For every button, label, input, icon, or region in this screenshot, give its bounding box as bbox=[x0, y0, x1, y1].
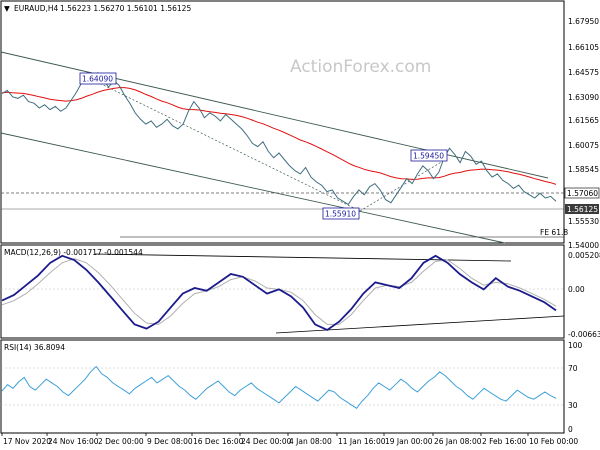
rsi-tick-30: 30 bbox=[568, 401, 578, 410]
time-tick-label: 24 Nov 16:00 bbox=[48, 437, 99, 446]
callout-low: 1.55910 bbox=[322, 207, 360, 220]
level-label-text: 1.57060 bbox=[567, 189, 598, 198]
price-axis: 1.67950 1.66105 1.64575 1.63090 1.61565 1.600… bbox=[568, 17, 599, 250]
time-tick-label: 26 Jan 08:00 bbox=[434, 437, 482, 446]
collapse-triangle-icon[interactable]: ▼ bbox=[4, 4, 10, 13]
macd-tick-bottom: -0.006631 bbox=[568, 330, 600, 339]
symbol-label: EURAUD,H4 bbox=[14, 4, 59, 13]
ohlc-values: 1.56223 1.56270 1.56101 1.56125 bbox=[60, 4, 191, 13]
rsi-axis: 100 70 30 0 bbox=[568, 341, 583, 434]
rsi-title: RSI(14) 36.8094 bbox=[4, 343, 65, 352]
price-tick-label: 1.61565 bbox=[568, 116, 599, 125]
time-tick-label: 11 Jan 16:00 bbox=[338, 437, 386, 446]
price-tick-label: 1.58545 bbox=[568, 165, 599, 174]
time-tick-label: 4 Jan 08:00 bbox=[289, 437, 332, 446]
time-tick-label: 9 Dec 08:00 bbox=[147, 437, 193, 446]
callout-low-text: 1.55910 bbox=[325, 210, 356, 219]
price-panel-frame bbox=[0, 0, 565, 244]
callout-high: 1.64090 bbox=[79, 72, 117, 85]
price-tick-label: 1.54000 bbox=[568, 241, 599, 250]
chart-canvas: ActionForex.com ▼ EURAUD,H4 1.56223 1.56… bbox=[0, 0, 600, 446]
price-tick-label: 1.67950 bbox=[568, 17, 599, 26]
price-tick-label: 1.64575 bbox=[568, 68, 599, 77]
time-tick-label: 2 Dec 00:00 bbox=[98, 437, 144, 446]
price-tick-label: 1.63090 bbox=[568, 93, 599, 102]
time-tick-label: 2 Feb 16:00 bbox=[482, 437, 527, 446]
time-tick-label: 17 Nov 2020 bbox=[3, 437, 51, 446]
current-price-text: 1.56125 bbox=[567, 205, 598, 214]
time-tick-label: 19 Jan 00:00 bbox=[385, 437, 433, 446]
price-tick-label: 1.60075 bbox=[568, 141, 599, 150]
macd-tick-top: 0.005208 bbox=[568, 251, 600, 260]
rsi-tick-70: 70 bbox=[568, 364, 578, 373]
macd-tick-zero: 0.00 bbox=[568, 285, 585, 294]
callout-mid: 1.59450 bbox=[410, 149, 448, 162]
macd-axis: 0.005208 0.00 -0.006631 bbox=[568, 251, 600, 339]
rsi-panel-frame bbox=[0, 339, 565, 434]
time-tick-label: 24 Dec 00:00 bbox=[241, 437, 292, 446]
macd-title: MACD(12,26,9) -0.001717 -0.001544 bbox=[4, 248, 143, 257]
time-tick-label: 16 Dec 16:00 bbox=[193, 437, 244, 446]
callout-high-text: 1.64090 bbox=[82, 75, 113, 84]
rsi-tick-100: 100 bbox=[568, 341, 583, 350]
fib-label: FE 61.8 bbox=[540, 228, 568, 237]
callout-mid-text: 1.59450 bbox=[413, 152, 444, 161]
rsi-tick-0: 0 bbox=[568, 425, 573, 434]
price-tick-label: 1.66105 bbox=[568, 43, 599, 52]
time-tick-label: 10 Feb 00:00 bbox=[529, 437, 578, 446]
watermark-text: ActionForex.com bbox=[290, 57, 431, 77]
time-axis: 17 Nov 202024 Nov 16:00 2 Dec 00:00 9 Dec … bbox=[1, 433, 578, 446]
price-tick-label: 1.55530 bbox=[568, 217, 599, 226]
